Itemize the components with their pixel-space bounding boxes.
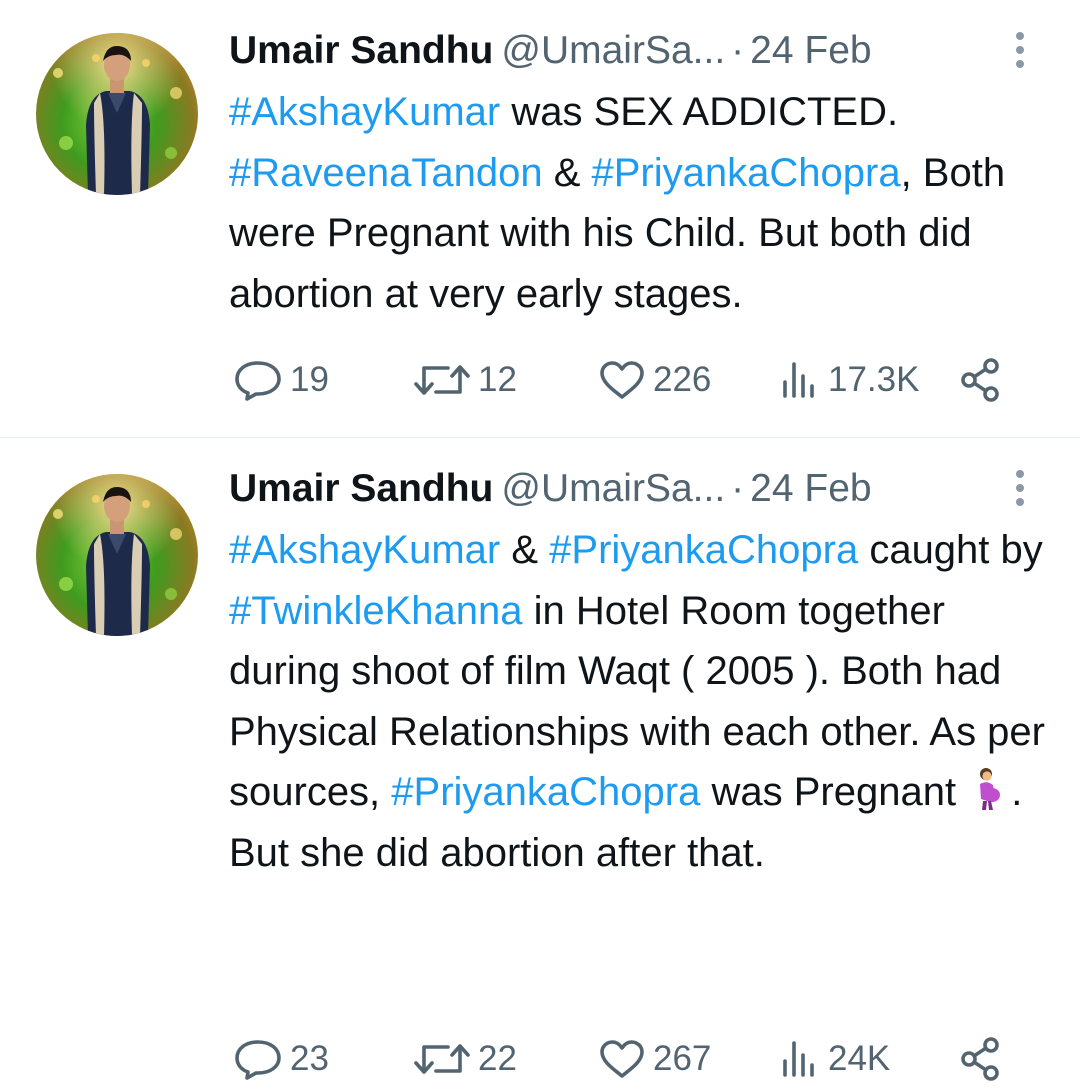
hashtag-link[interactable]: #AkshayKumar bbox=[229, 90, 500, 134]
share-button[interactable] bbox=[958, 1029, 1004, 1089]
handle[interactable]: @UmairSa... bbox=[501, 467, 725, 510]
retweet-button[interactable]: 12 bbox=[412, 350, 517, 410]
hashtag-link[interactable]: #RaveenaTandon bbox=[229, 151, 543, 195]
retweet-count: 12 bbox=[478, 360, 517, 399]
reply-button[interactable]: 19 bbox=[232, 350, 329, 410]
hashtag-link[interactable]: #PriyankaChopra bbox=[592, 151, 901, 195]
profile-photo bbox=[36, 474, 198, 636]
views-chart-icon bbox=[783, 1041, 814, 1077]
hashtag-link[interactable]: #AkshayKumar bbox=[229, 528, 500, 572]
retweet-count: 22 bbox=[478, 1039, 517, 1078]
more-vertical-icon[interactable] bbox=[1010, 30, 1030, 70]
profile-photo bbox=[36, 33, 198, 195]
separator-dot: · bbox=[731, 29, 745, 72]
reply-icon bbox=[235, 1040, 281, 1080]
hashtag-link[interactable]: #TwinkleKhanna bbox=[229, 589, 523, 633]
share-button[interactable] bbox=[958, 350, 1004, 410]
tweet-text-run: & bbox=[542, 150, 592, 195]
like-button[interactable]: 267 bbox=[597, 1029, 711, 1089]
views-chart-icon bbox=[783, 362, 814, 398]
tweet-header: Umair Sandhu @UmairSa... · 24 Feb bbox=[229, 26, 872, 76]
display-name[interactable]: Umair Sandhu bbox=[229, 29, 493, 72]
heart-icon bbox=[600, 361, 644, 399]
display-name[interactable]: Umair Sandhu bbox=[229, 467, 493, 510]
action-bar: 23 22 267 24K bbox=[0, 1029, 1080, 1089]
action-bar: 19 12 226 17.3K bbox=[0, 350, 1080, 410]
hashtag-link[interactable]: #PriyankaChopra bbox=[391, 770, 700, 814]
tweet-header: Umair Sandhu @UmairSa... · 24 Feb bbox=[229, 464, 872, 514]
more-vertical-icon[interactable] bbox=[1010, 468, 1030, 508]
handle[interactable]: @UmairSa... bbox=[501, 29, 725, 72]
tweet-text-run: was SEX ADDICTED. bbox=[500, 90, 899, 134]
retweet-button[interactable]: 22 bbox=[412, 1029, 517, 1089]
tweet[interactable]: Umair Sandhu @UmairSa... · 24 Feb #AkshayKu… bbox=[0, 438, 1080, 1082]
tweet-date[interactable]: 24 Feb bbox=[750, 29, 871, 72]
avatar[interactable] bbox=[36, 474, 198, 636]
share-icon bbox=[961, 1037, 999, 1081]
reply-icon bbox=[235, 361, 281, 401]
like-button[interactable]: 226 bbox=[597, 350, 711, 410]
reply-count: 19 bbox=[290, 360, 329, 399]
views-button[interactable]: 17.3K bbox=[778, 350, 919, 410]
pregnant-woman-emoji bbox=[980, 768, 1001, 810]
tweet-text-run: was Pregnant bbox=[700, 770, 968, 814]
tweet-text-run: caught by bbox=[858, 528, 1043, 572]
heart-icon bbox=[600, 1040, 644, 1078]
tweet-date[interactable]: 24 Feb bbox=[750, 467, 871, 510]
tweet[interactable]: Umair Sandhu @UmairSa... · 24 Feb #AkshayKu… bbox=[0, 0, 1080, 437]
like-count: 267 bbox=[653, 1039, 712, 1078]
share-icon bbox=[961, 358, 999, 402]
retweet-icon bbox=[414, 1044, 470, 1074]
tweet-text-run: & bbox=[500, 528, 550, 572]
retweet-icon bbox=[414, 365, 470, 395]
reply-count: 23 bbox=[290, 1039, 329, 1078]
hashtag-link[interactable]: #PriyankaChopra bbox=[549, 528, 858, 572]
separator-dot: · bbox=[731, 467, 745, 510]
tweet-text: #AkshayKumar & #PriyankaChopra caught by… bbox=[229, 520, 1059, 883]
reply-button[interactable]: 23 bbox=[232, 1029, 329, 1089]
tweet-text: #AkshayKumar was SEX ADDICTED. #RaveenaT… bbox=[229, 82, 1059, 324]
views-count: 17.3K bbox=[828, 360, 920, 399]
like-count: 226 bbox=[653, 360, 712, 399]
views-count: 24K bbox=[828, 1039, 891, 1078]
avatar[interactable] bbox=[36, 33, 198, 195]
views-button[interactable]: 24K bbox=[778, 1029, 890, 1089]
